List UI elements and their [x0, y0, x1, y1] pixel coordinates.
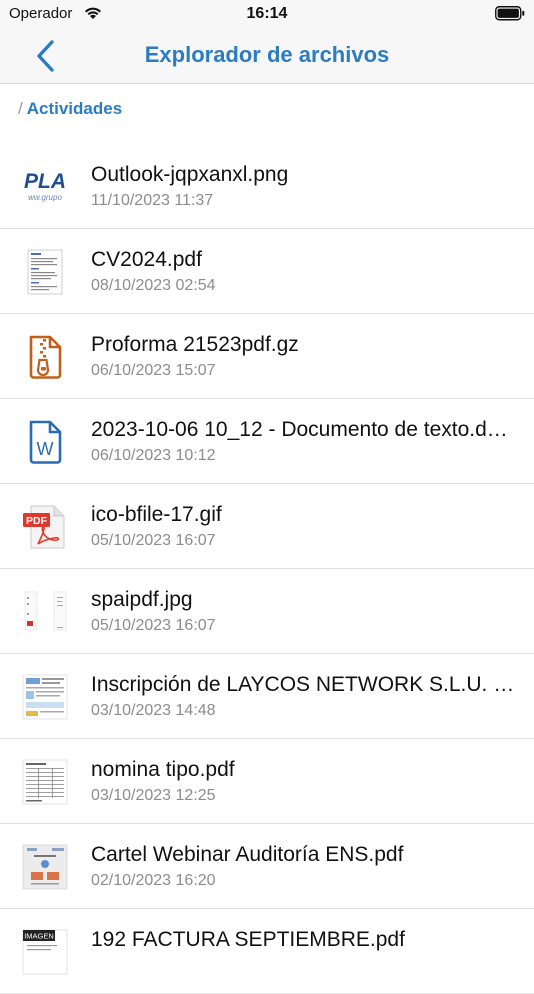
file-name: Proforma 21523pdf.gz [91, 333, 299, 356]
file-name: Inscripción de LAYCOS NETWORK S.L.U. en … [91, 673, 516, 696]
image-thumbnail [22, 589, 68, 635]
page-title: Explorador de archivos [144, 42, 390, 67]
file-date: 06/10/2023 10:12 [91, 447, 216, 464]
file-date: 08/10/2023 02:54 [91, 277, 216, 294]
invoice-thumb-label: IMAGEN [24, 932, 54, 941]
file-row[interactable]: Cartel Webinar Auditoría ENS.pdf 02/10/2… [0, 824, 534, 909]
pdf-icon-label: PDF [26, 515, 48, 527]
file-row[interactable]: Inscripción de LAYCOS NETWORK S.L.U. en … [0, 654, 534, 739]
file-name: ico-bfile-17.gif [91, 503, 222, 526]
document-thumbnail [22, 249, 68, 295]
poster-thumbnail [22, 844, 68, 890]
breadcrumb: / Actividades [18, 99, 122, 119]
thumb-logo-text: PLA [24, 170, 66, 193]
file-row[interactable]: IMAGEN 192 FACTURA SEPTIEMBRE.pdf [0, 909, 534, 994]
document-thumbnail [22, 674, 68, 720]
file-name: Outlook-jqpxanxl.png [91, 163, 289, 186]
file-date: 05/10/2023 16:07 [91, 532, 216, 549]
status-time: 16:14 [246, 5, 288, 22]
file-date: 02/10/2023 16:20 [91, 872, 216, 889]
file-name: nomina tipo.pdf [91, 758, 235, 781]
file-row[interactable]: W 2023-10-06 10_12 - Documento de texto.… [0, 399, 534, 484]
archive-icon [22, 334, 68, 380]
word-icon-letter: W [37, 439, 54, 459]
image-thumbnail: PLA ww.grupo [22, 164, 68, 210]
battery-icon [495, 6, 525, 26]
invoice-thumbnail: IMAGEN [22, 929, 68, 975]
file-name: CV2024.pdf [91, 248, 202, 271]
file-list: PLA ww.grupo Outlook-jqpxanxl.png 11/10/… [0, 144, 534, 994]
file-row[interactable]: PLA ww.grupo Outlook-jqpxanxl.png 11/10/… [0, 144, 534, 229]
file-row[interactable]: PDF ico-bfile-17.gif 05/10/2023 16:07 [0, 484, 534, 569]
word-icon: W [22, 419, 68, 465]
navigation-bar: Explorador de archivos [0, 30, 534, 84]
pdf-icon: PDF [22, 504, 68, 550]
file-row[interactable]: spaipdf.jpg 05/10/2023 16:07 [0, 569, 534, 654]
file-date: 03/10/2023 12:25 [91, 787, 216, 804]
file-date: 06/10/2023 15:07 [91, 362, 216, 379]
breadcrumb-item-actividades[interactable]: Actividades [27, 99, 122, 118]
file-date: 05/10/2023 16:07 [91, 617, 216, 634]
file-date: 03/10/2023 14:48 [91, 702, 216, 719]
document-thumbnail [22, 759, 68, 805]
file-date: 11/10/2023 11:37 [91, 192, 214, 209]
file-name: 2023-10-06 10_12 - Documento de texto.do… [91, 418, 516, 441]
breadcrumb-separator: / [18, 99, 23, 118]
file-row[interactable]: Proforma 21523pdf.gz 06/10/2023 15:07 [0, 314, 534, 399]
file-row[interactable]: CV2024.pdf 08/10/2023 02:54 [0, 229, 534, 314]
status-bar: Operador 16:14 [0, 0, 534, 30]
file-row[interactable]: nomina tipo.pdf 03/10/2023 12:25 [0, 739, 534, 824]
file-name: Cartel Webinar Auditoría ENS.pdf [91, 843, 404, 866]
thumb-logo-subtext: ww.grupo [28, 193, 62, 202]
file-name: spaipdf.jpg [91, 588, 193, 611]
file-name: 192 FACTURA SEPTIEMBRE.pdf [91, 928, 405, 951]
